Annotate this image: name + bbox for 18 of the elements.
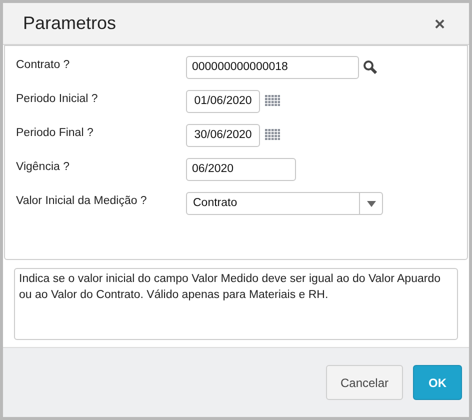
- close-button[interactable]: ×: [430, 14, 449, 32]
- field-label: Periodo Inicial ?: [16, 92, 99, 107]
- field-label: Vigência ?: [16, 160, 70, 175]
- input-field[interactable]: 06/2020: [186, 158, 296, 181]
- help-text: Indica se o valor inicial do campo Valor Medido deve ser igual ao do Valor Apuardo ou ao Valor do Contrato. Válido apenas para Materiais e RH.: [14, 268, 458, 340]
- dropdown-arrow-icon: [366, 200, 376, 206]
- input-field[interactable]: 000000000000018: [186, 56, 359, 79]
- field-label: Valor Inicial da Medição ?: [16, 194, 148, 209]
- field-label: Contrato ?: [16, 58, 71, 73]
- calendar-icon[interactable]: [265, 95, 280, 106]
- window-title: Parametros: [23, 12, 116, 35]
- search-icon[interactable]: [363, 60, 377, 74]
- cancel-button[interactable]: Cancelar: [326, 365, 403, 400]
- select-field[interactable]: Contrato: [186, 192, 383, 215]
- calendar-icon[interactable]: [265, 129, 280, 140]
- input-field[interactable]: 30/06/2020: [186, 124, 260, 147]
- field-label: Periodo Final ?: [16, 126, 94, 141]
- input-field[interactable]: 01/06/2020: [186, 90, 260, 113]
